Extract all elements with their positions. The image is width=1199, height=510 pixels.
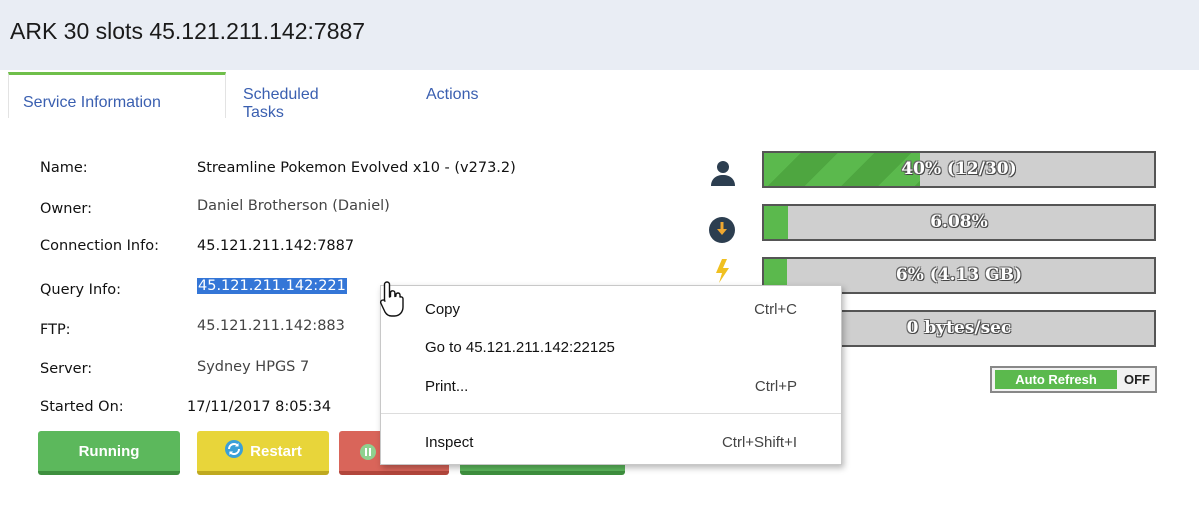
- selected-text: 45.121.211.142:221: [197, 278, 347, 294]
- players-bar: 40% (12/30): [762, 151, 1156, 188]
- owner-label: Owner:: [40, 201, 92, 217]
- refresh-icon: [224, 439, 244, 463]
- name-label: Name:: [40, 160, 88, 176]
- tab-service-information[interactable]: Service Information: [8, 72, 226, 121]
- tab-label: Scheduled Tasks: [243, 86, 319, 121]
- menu-item-goto[interactable]: Go to 45.121.211.142:22125: [381, 331, 841, 365]
- pause-icon: [359, 443, 377, 465]
- running-label: Running: [78, 442, 140, 460]
- auto-refresh-toggle[interactable]: Auto Refresh OFF: [990, 366, 1157, 393]
- menu-item-copy[interactable]: Copy Ctrl+C: [381, 293, 841, 327]
- menu-item-label: Print...: [425, 378, 469, 395]
- menu-item-label: Go to 45.121.211.142:22125: [425, 339, 615, 356]
- menu-item-inspect[interactable]: Inspect Ctrl+Shift+I: [381, 426, 841, 460]
- window-titlebar: ARK 30 slots 45.121.211.142:7887: [0, 0, 1199, 70]
- owner-value: Daniel Brotherson (Daniel): [197, 198, 390, 214]
- started-label: Started On:: [40, 399, 124, 415]
- players-icon: [708, 158, 738, 192]
- tab-label: Service Information: [23, 94, 161, 111]
- running-button[interactable]: Running: [38, 431, 180, 475]
- name-value: Streamline Pokemon Evolved x10 - (v273.2…: [197, 160, 516, 176]
- server-label: Server:: [40, 361, 93, 377]
- query-label: Query Info:: [40, 282, 122, 298]
- cpu-icon: [708, 216, 736, 248]
- menu-separator: [381, 413, 841, 414]
- menu-item-shortcut: Ctrl+Shift+I: [721, 434, 797, 451]
- auto-refresh-state: OFF: [1124, 372, 1150, 387]
- tab-label: Actions: [426, 86, 479, 103]
- query-value[interactable]: 45.121.211.142:221: [197, 278, 347, 294]
- server-value: Sydney HPGS 7: [197, 359, 310, 375]
- menu-item-label: Copy: [425, 301, 461, 318]
- menu-item-shortcut: Ctrl+C: [754, 301, 797, 318]
- connection-value: 45.121.211.142:7887: [197, 238, 355, 254]
- auto-refresh-label: Auto Refresh: [995, 370, 1117, 389]
- connection-label: Connection Info:: [40, 238, 159, 254]
- hand-cursor-icon: [378, 280, 408, 326]
- context-menu: Copy Ctrl+C Go to 45.121.211.142:22125 P…: [380, 285, 842, 465]
- players-bar-text: 40% (12/30): [901, 159, 1017, 179]
- page-title: ARK 30 slots 45.121.211.142:7887: [10, 18, 366, 44]
- ftp-value: 45.121.211.142:883: [197, 318, 345, 334]
- cpu-bar: 6.08%: [762, 204, 1156, 241]
- menu-item-print[interactable]: Print... Ctrl+P: [381, 370, 841, 404]
- menu-item-shortcut: Ctrl+P: [754, 378, 797, 395]
- started-value: 17/11/2017 8:05:34: [187, 399, 332, 415]
- menu-item-label: Inspect: [425, 434, 474, 451]
- restart-button[interactable]: Restart: [197, 431, 329, 475]
- ftp-label: FTP:: [40, 322, 71, 338]
- restart-label: Restart: [250, 442, 302, 460]
- cpu-bar-text: 6.08%: [930, 212, 988, 232]
